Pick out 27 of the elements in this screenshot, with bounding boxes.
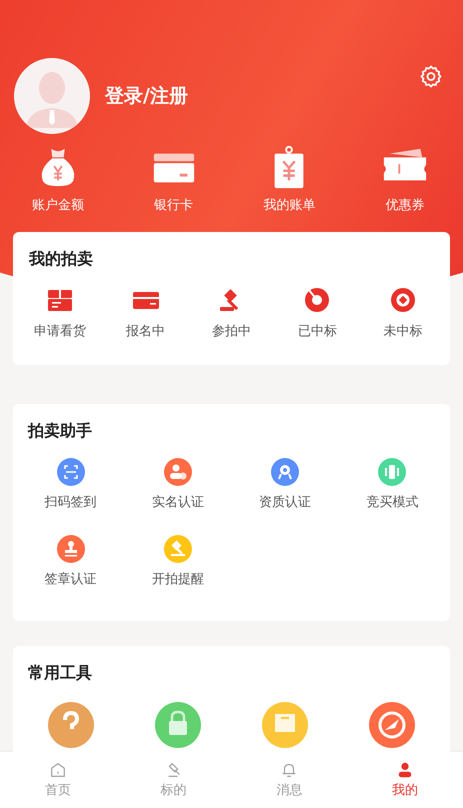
auction-status-item[interactable]: 申请看货 bbox=[17, 286, 103, 340]
wallet-item[interactable]: 优惠券 bbox=[347, 144, 463, 214]
wallet-item[interactable]: 账户金额 bbox=[0, 144, 116, 214]
bell-icon bbox=[280, 761, 298, 779]
auction-status-item[interactable]: 未中标 bbox=[360, 286, 446, 340]
section-title: 我的拍卖 bbox=[28, 248, 94, 270]
target-icon bbox=[303, 286, 332, 314]
settings-icon[interactable] bbox=[419, 64, 443, 88]
lock-icon[interactable] bbox=[154, 702, 201, 748]
assistant-item[interactable]: 资质认证 bbox=[232, 458, 339, 511]
section-title: 拍卖助手 bbox=[26, 420, 93, 442]
assistant-item[interactable]: 扫码签到 bbox=[17, 458, 124, 511]
auction-status-item[interactable]: 已中标 bbox=[274, 286, 360, 340]
help-icon[interactable] bbox=[48, 702, 94, 748]
login-register-link[interactable]: 登录/注册 bbox=[105, 83, 404, 109]
home-icon bbox=[48, 761, 67, 779]
auction-status-item[interactable]: 报名中 bbox=[102, 286, 189, 340]
assistant-item[interactable]: 开拍提醒 bbox=[124, 535, 232, 588]
tab-item[interactable]: 我的 bbox=[347, 752, 463, 808]
coin-icon bbox=[389, 286, 418, 314]
section-title: 常用工具 bbox=[27, 662, 93, 684]
assistant-item[interactable]: 签章认证 bbox=[17, 535, 124, 588]
mail-icon[interactable] bbox=[262, 702, 308, 748]
auction-status-item[interactable]: 参拍中 bbox=[188, 286, 274, 340]
assistant-item[interactable]: 竞买模式 bbox=[338, 458, 446, 511]
wallet-item[interactable]: 我的账单 bbox=[232, 144, 348, 214]
assistant-item[interactable]: 实名认证 bbox=[124, 458, 232, 511]
